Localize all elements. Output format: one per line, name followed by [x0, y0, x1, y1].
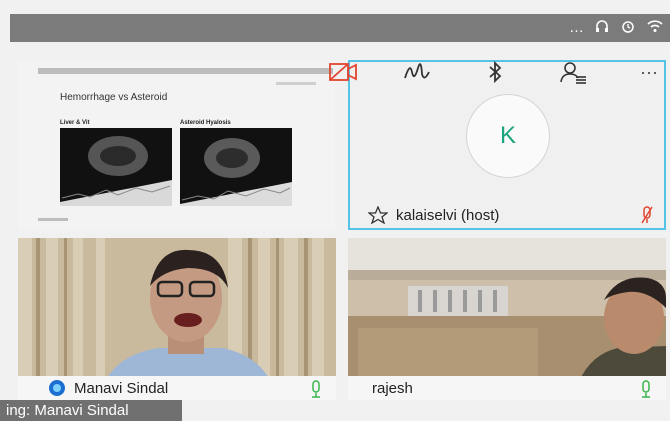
app-logo-icon [48, 379, 66, 397]
participant-name-bar: rajesh [348, 376, 666, 400]
annotate-icon[interactable] [402, 58, 432, 86]
participant-name-bar: Manavi Sindal [18, 376, 336, 400]
active-speaker-label: ing: Manavi Sindal [0, 400, 182, 421]
mic-active-icon[interactable] [640, 379, 652, 400]
host-name-label: kalaiselvi (host) [396, 206, 500, 224]
participant-tile-manavi[interactable]: Manavi Sindal [18, 238, 336, 400]
slide-content: Hemorrhage vs Asteroid Liver & Vit Aster… [18, 60, 335, 230]
participant-name-label: Manavi Sindal [74, 379, 169, 397]
host-star-icon [368, 206, 388, 224]
host-avatar: K [466, 94, 550, 178]
svg-text:Hemorrhage vs Asteroid: Hemorrhage vs Asteroid [60, 92, 167, 103]
status-bar: … [10, 14, 670, 42]
wifi-icon [646, 18, 664, 40]
meeting-screen: … Hemorrhage vs Asteroid Liver & Vit Ast… [0, 0, 670, 421]
mic-active-icon[interactable] [310, 379, 322, 400]
participants-icon[interactable] [558, 58, 588, 86]
svg-text:Asteroid Hyalosis: Asteroid Hyalosis [180, 120, 231, 126]
avatar-letter: K [499, 122, 516, 149]
muted-mic-icon[interactable] [640, 205, 654, 229]
headset-icon [594, 18, 610, 40]
ellipsis-status-icon: … [569, 19, 584, 36]
svg-text:Liver & Vit: Liver & Vit [60, 120, 90, 126]
more-icon[interactable]: ··· [634, 58, 664, 86]
meeting-toolbar: ··· [322, 56, 670, 90]
participant-tile-rajesh[interactable]: rajesh [348, 238, 666, 400]
host-name-bar: kalaiselvi (host) [350, 202, 664, 228]
participant-name-label: rajesh [372, 379, 413, 397]
shared-slide-tile[interactable]: Hemorrhage vs Asteroid Liver & Vit Aster… [18, 60, 335, 230]
bluetooth-icon[interactable] [480, 58, 510, 86]
alarm-icon [620, 18, 636, 40]
video-off-icon[interactable] [328, 58, 358, 86]
